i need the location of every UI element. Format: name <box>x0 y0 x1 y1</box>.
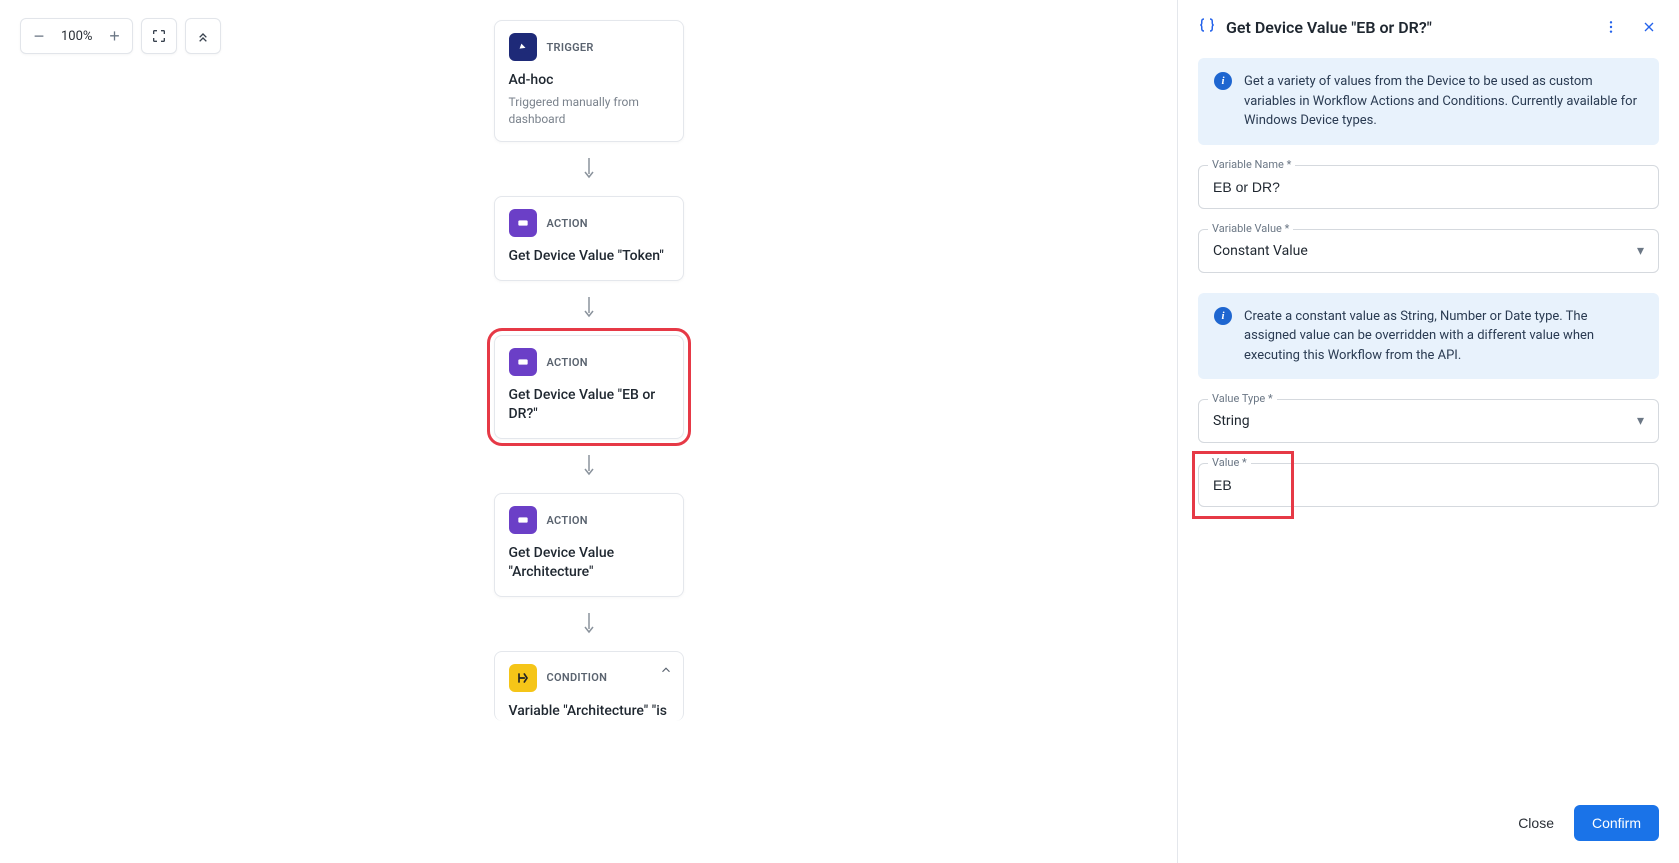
details-panel: Get Device Value "EB or DR?" i Get a var… <box>1177 0 1679 863</box>
field-label: Variable Name * <box>1208 158 1295 171</box>
flow-arrow <box>582 439 596 493</box>
variable-name-input[interactable] <box>1198 165 1659 209</box>
info-text: Get a variety of values from the Device … <box>1244 72 1643 131</box>
node-title: Variable "Architecture" "is <box>509 702 669 721</box>
node-title: Get Device Value "Architecture" <box>509 544 669 582</box>
node-type-label: TRIGGER <box>547 41 594 54</box>
zoom-in-button[interactable]: + <box>100 22 128 50</box>
node-title: Ad-hoc <box>509 71 669 90</box>
variable-value-select[interactable]: Constant Value ▾ <box>1198 229 1659 273</box>
value-type-field: Value Type * String ▾ <box>1198 399 1659 443</box>
select-value: String <box>1213 413 1250 429</box>
flow-arrow <box>582 281 596 335</box>
close-icon <box>1641 19 1657 35</box>
panel-header: Get Device Value "EB or DR?" <box>1178 0 1679 52</box>
expand-icon <box>151 28 167 44</box>
field-label: Value * <box>1208 456 1251 469</box>
zoom-out-button[interactable]: − <box>25 22 53 50</box>
node-type-label: ACTION <box>547 356 588 369</box>
workflow-flow: TRIGGER Ad-hoc Triggered manually from d… <box>494 20 684 721</box>
flow-node-action[interactable]: ACTION Get Device Value "Architecture" <box>494 493 684 597</box>
trigger-icon <box>509 33 537 61</box>
info-icon: i <box>1214 72 1232 90</box>
node-title: Get Device Value "EB or DR?" <box>509 386 669 424</box>
field-label: Value Type * <box>1208 392 1277 405</box>
close-panel-button[interactable] <box>1639 17 1659 37</box>
info-icon: i <box>1214 307 1232 325</box>
flow-arrow <box>582 597 596 651</box>
node-desc: Triggered manually from dashboard <box>509 94 669 128</box>
select-value: Constant Value <box>1213 243 1308 259</box>
panel-title: Get Device Value "EB or DR?" <box>1226 18 1591 37</box>
info-text: Create a constant value as String, Numbe… <box>1244 307 1643 366</box>
flow-node-action[interactable]: ACTION Get Device Value "Token" <box>494 196 684 281</box>
panel-body: i Get a variety of values from the Devic… <box>1178 52 1679 787</box>
variable-value-field: Variable Value * Constant Value ▾ <box>1198 229 1659 273</box>
chevron-up-icon <box>659 663 673 677</box>
value-type-select[interactable]: String ▾ <box>1198 399 1659 443</box>
value-input[interactable] <box>1198 463 1659 507</box>
condition-icon <box>509 664 537 692</box>
close-button[interactable]: Close <box>1514 807 1558 839</box>
action-icon <box>509 506 537 534</box>
zoom-level: 100% <box>53 29 100 44</box>
node-title: Get Device Value "Token" <box>509 247 669 266</box>
variable-name-field: Variable Name * <box>1198 165 1659 209</box>
field-label: Variable Value * <box>1208 222 1293 235</box>
canvas-toolbar: − 100% + <box>20 18 221 54</box>
value-field: Value * <box>1198 463 1659 507</box>
collapse-all-button[interactable] <box>185 18 221 54</box>
node-type-label: ACTION <box>547 217 588 230</box>
flow-arrow <box>582 142 596 196</box>
node-type-label: CONDITION <box>547 671 608 684</box>
kebab-icon <box>1603 19 1619 35</box>
confirm-button[interactable]: Confirm <box>1574 805 1659 841</box>
flow-node-condition[interactable]: CONDITION Variable "Architecture" "is <box>494 651 684 721</box>
caret-down-icon: ▾ <box>1637 243 1644 259</box>
action-icon <box>509 348 537 376</box>
info-box: i Get a variety of values from the Devic… <box>1198 58 1659 145</box>
more-options-button[interactable] <box>1601 17 1621 37</box>
workflow-canvas[interactable]: − 100% + TRIGGER Ad-hoc Tri <box>0 0 1177 863</box>
braces-icon <box>1198 16 1216 38</box>
flow-node-action-selected[interactable]: ACTION Get Device Value "EB or DR?" <box>494 335 684 439</box>
fullscreen-button[interactable] <box>141 18 177 54</box>
info-box: i Create a constant value as String, Num… <box>1198 293 1659 380</box>
panel-footer: Close Confirm <box>1178 787 1679 863</box>
zoom-group: − 100% + <box>20 18 133 54</box>
caret-down-icon: ▾ <box>1637 413 1644 429</box>
collapse-toggle[interactable] <box>659 662 673 681</box>
action-icon <box>509 209 537 237</box>
node-type-label: ACTION <box>547 514 588 527</box>
chevrons-up-icon <box>195 28 211 44</box>
flow-node-trigger[interactable]: TRIGGER Ad-hoc Triggered manually from d… <box>494 20 684 142</box>
